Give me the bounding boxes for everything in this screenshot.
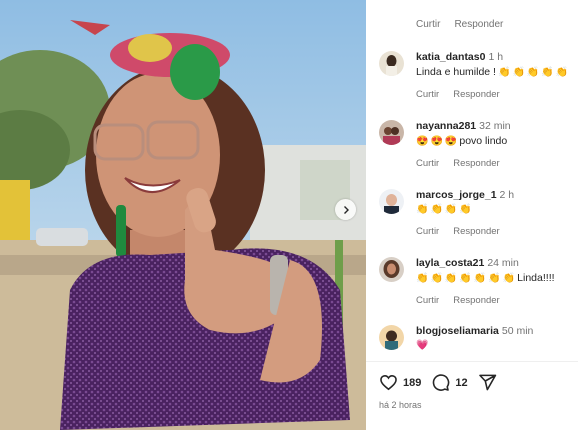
clap-emoji-icon: 👏 (459, 204, 472, 215)
avatar[interactable] (379, 325, 404, 350)
clap-emoji-icon: 👏 (555, 66, 569, 78)
clap-emoji-icon: 👏 (459, 272, 472, 284)
comment-time: 32 min (479, 120, 511, 132)
photo-illustration (0, 0, 366, 430)
like-comment-link[interactable]: Curtir (416, 89, 439, 100)
heart-eyes-emoji-icon: 😍 (416, 135, 429, 147)
comment-time: 2 h (499, 189, 515, 201)
clap-emoji-icon: 👏 (416, 204, 429, 215)
comment-actions-previous: Curtir Responder (416, 19, 503, 30)
comments-panel: Curtir Responder katia_dantas0 1 h Linda … (366, 0, 578, 430)
divider (366, 361, 578, 362)
clap-emoji-icon: 👏 (497, 66, 511, 78)
heart-eyes-emoji-icon: 😍 (430, 135, 443, 147)
comment-text: Linda e humilde ! (416, 66, 496, 78)
clap-emoji-icon: 👏 (541, 66, 554, 78)
reply-comment-link[interactable]: Responder (453, 295, 499, 306)
clap-emoji-icon: 👏 (473, 272, 487, 284)
comment-username[interactable]: nayanna281 (416, 120, 476, 132)
comment-icon[interactable] (431, 373, 450, 392)
clap-emoji-icon: 👏 (444, 272, 458, 284)
comment-text: povo lindo (459, 135, 508, 147)
pink-heart-emoji-icon: 💗 (416, 340, 429, 351)
reply-comment-link[interactable]: Responder (454, 19, 503, 30)
clap-emoji-icon: 👏 (526, 66, 540, 78)
comment-text: Linda!!!! (517, 272, 555, 284)
clap-emoji-icon: 👏 (444, 204, 458, 215)
avatar[interactable] (379, 51, 404, 76)
post-timestamp: há 2 horas (379, 400, 422, 410)
clap-emoji-icon: 👏 (430, 272, 443, 284)
clap-emoji-icon: 👏 (488, 272, 501, 284)
reply-comment-link[interactable]: Responder (453, 158, 499, 169)
clap-emoji-icon: 👏 (512, 66, 525, 78)
heart-eyes-emoji-icon: 😍 (444, 135, 458, 147)
avatar[interactable] (379, 120, 404, 145)
share-icon[interactable] (478, 373, 497, 392)
avatar[interactable] (379, 257, 404, 282)
likes-count: 189 (403, 376, 422, 389)
avatar[interactable] (379, 189, 404, 214)
heart-icon[interactable] (379, 373, 398, 392)
clap-emoji-icon: 👏 (416, 272, 429, 284)
comment-username[interactable]: katia_dantas0 (416, 51, 485, 63)
clap-emoji-icon: 👏 (502, 272, 516, 284)
post-image[interactable] (0, 0, 366, 430)
like-comment-link[interactable]: Curtir (416, 19, 440, 30)
comment-username[interactable]: blogjoseliamaria (416, 325, 499, 337)
comments-count: 12 (455, 376, 468, 389)
reply-comment-link[interactable]: Responder (453, 226, 499, 237)
comment-time: 24 min (487, 257, 519, 269)
clap-emoji-icon: 👏 (430, 204, 443, 215)
like-comment-link[interactable]: Curtir (416, 295, 439, 306)
post-action-bar: 189 12 (379, 373, 497, 392)
chevron-right-icon (343, 205, 349, 214)
like-comment-link[interactable]: Curtir (416, 226, 439, 237)
reply-comment-link[interactable]: Responder (453, 89, 499, 100)
next-image-button[interactable] (335, 199, 356, 220)
comment-time: 50 min (501, 325, 534, 337)
comment-username[interactable]: layla_costa21 (416, 257, 484, 269)
comment-username[interactable]: marcos_jorge_1 (416, 189, 497, 201)
comment-time: 1 h (488, 51, 504, 63)
like-comment-link[interactable]: Curtir (416, 158, 439, 169)
